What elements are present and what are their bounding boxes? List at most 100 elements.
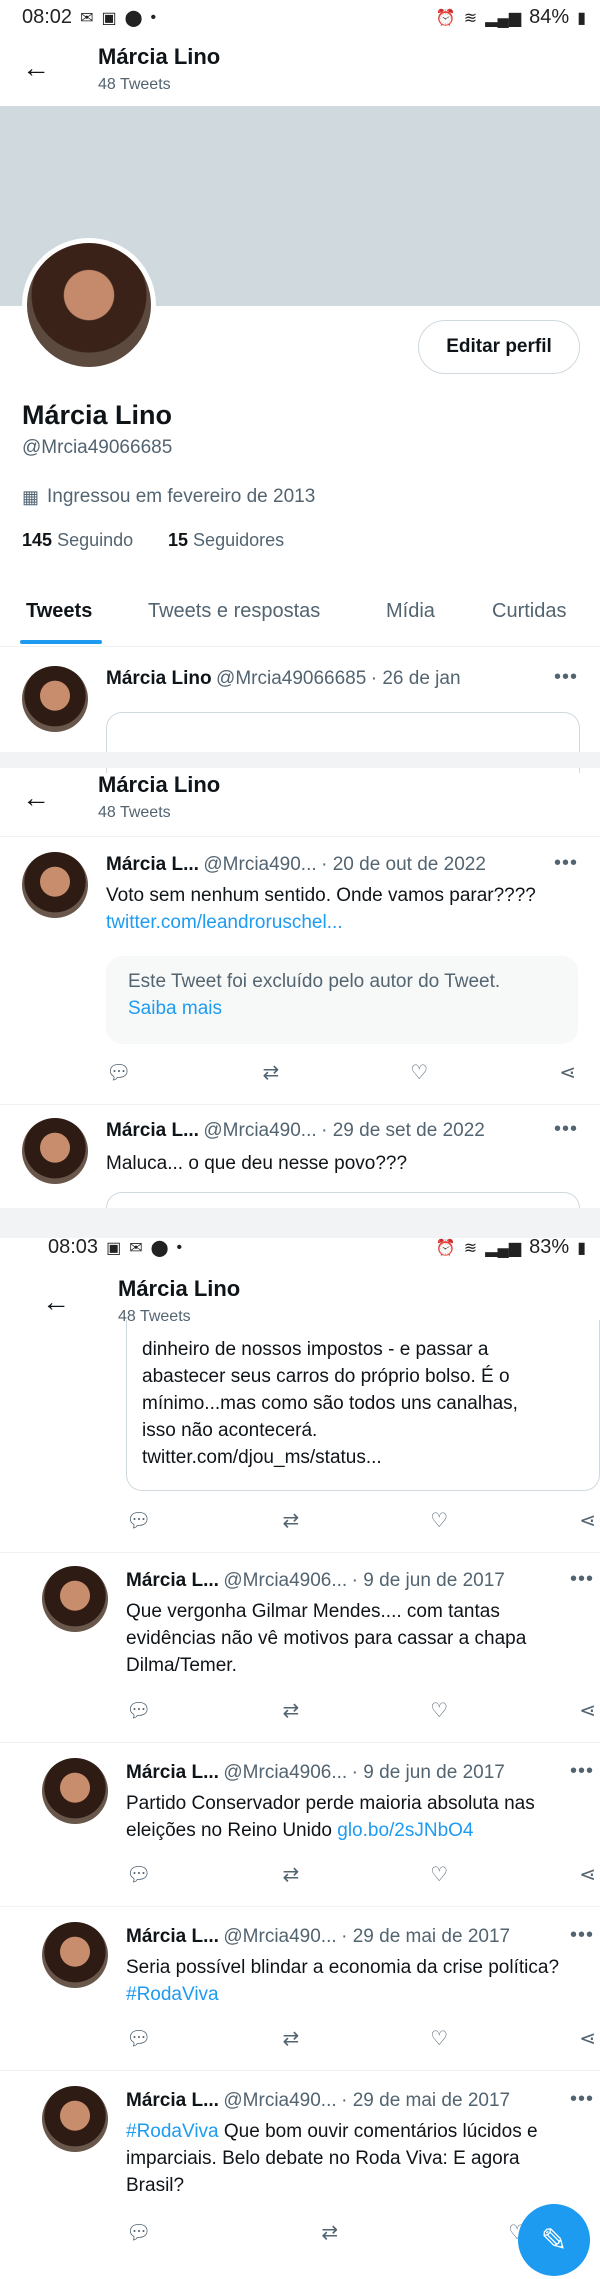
header-divider — [0, 836, 600, 837]
share-icon[interactable]: ⋖ — [579, 1862, 596, 1887]
retweet-icon[interactable]: ⇄ — [282, 2026, 299, 2051]
tweet-avatar[interactable] — [22, 666, 88, 732]
profile-handle: @Mrcia49066685 — [22, 437, 173, 458]
tweet-author-name[interactable]: Márcia L... — [106, 1120, 199, 1141]
reply-icon[interactable]: 💬︎ — [126, 1862, 151, 1887]
more-options-icon[interactable]: ••• — [570, 1568, 594, 1591]
like-icon[interactable]: ♡ — [410, 1060, 428, 1085]
quote-link[interactable]: twitter.com/djou_ms/status... — [142, 1444, 582, 1471]
tab-tweets[interactable]: Tweets — [26, 600, 92, 623]
reply-icon[interactable]: 💬︎ — [126, 1698, 151, 1723]
hashtag-link[interactable]: #RodaViva — [126, 2121, 219, 2142]
tweet-date: · 26 de jan — [370, 668, 461, 689]
header-title: Márcia Lino — [98, 44, 221, 69]
tweet-avatar[interactable] — [42, 1566, 108, 1632]
share-icon[interactable]: ⋖ — [559, 1060, 576, 1085]
back-arrow-icon[interactable]: ← — [22, 782, 50, 814]
wifi-icon: ≋ — [463, 9, 478, 27]
share-icon[interactable]: ⋖ — [579, 1698, 596, 1723]
battery-level: 83% — [529, 1236, 570, 1258]
tweet-actions: 💬︎ ⇄ ♡ ⋖ — [126, 2026, 596, 2051]
profile-avatar[interactable] — [22, 238, 156, 372]
wifi-icon: ≋ — [463, 1239, 478, 1257]
following-link[interactable]: 145 Seguindo — [22, 530, 133, 551]
tweet-author-name[interactable]: Márcia L... — [106, 854, 199, 875]
dot-icon: • — [150, 8, 157, 26]
learn-more-link[interactable]: Saiba mais — [128, 995, 556, 1022]
tweet-author-name[interactable]: Márcia L... — [126, 2090, 219, 2111]
tweet-author-handle: @Mrcia49066685 — [216, 668, 367, 689]
joined-row: ▦ Ingressou em fevereiro de 2013 — [22, 486, 315, 508]
retweet-icon[interactable]: ⇄ — [321, 2220, 338, 2245]
tweet-author-handle: @Mrcia490... — [203, 1120, 317, 1141]
tweet-header: Márcia L... @Mrcia4906... · 9 de jun de … — [126, 1762, 505, 1784]
more-options-icon[interactable]: ••• — [554, 1118, 578, 1141]
profile-name: Márcia Lino — [22, 400, 173, 430]
tweet-date: · 9 de jun de 2017 — [351, 1570, 505, 1591]
back-arrow-icon[interactable]: ← — [22, 52, 50, 84]
retweet-icon[interactable]: ⇄ — [282, 1508, 299, 1533]
header-subtitle: 48 Tweets — [98, 804, 171, 821]
like-icon[interactable]: ♡ — [430, 1698, 448, 1723]
edit-profile-button[interactable]: Editar perfil — [418, 320, 580, 374]
quote-line: isso não acontecerá. — [142, 1420, 318, 1441]
calendar-icon: ▦ — [22, 486, 40, 507]
tweet-avatar[interactable] — [22, 852, 88, 918]
tweet-body: Voto sem nenhum sentido. Onde vamos para… — [106, 885, 536, 906]
tweet-actions: 💬︎ ⇄ ♡ ⋖ — [126, 1508, 596, 1533]
reply-icon[interactable]: 💬︎ — [106, 1060, 131, 1085]
status-bar: 08:03 ▣ ✉ ⬤ • — [48, 1236, 182, 1259]
share-icon[interactable]: ⋖ — [579, 2026, 596, 2051]
retweet-icon[interactable]: ⇄ — [282, 1698, 299, 1723]
tweet-divider — [0, 1552, 600, 1553]
tweet-text: Partido Conservador perde maioria absolu… — [126, 1790, 576, 1844]
tweet-author-handle: @Mrcia490... — [223, 2090, 337, 2111]
tab-tweets-e-respostas[interactable]: Tweets e respostas — [148, 600, 320, 623]
tweet-author-name[interactable]: Márcia Lino — [106, 668, 212, 689]
retweet-icon[interactable]: ⇄ — [262, 1060, 279, 1085]
more-options-icon[interactable]: ••• — [570, 1760, 594, 1783]
tweet-header: Márcia L... @Mrcia490... · 29 de mai de … — [126, 2090, 510, 2112]
tab-curtidas[interactable]: Curtidas — [492, 600, 566, 623]
signal-icon: ▂▄▆ — [485, 1239, 522, 1257]
tab-midia[interactable]: Mídia — [386, 600, 435, 623]
status-time: 08:03 — [48, 1236, 99, 1258]
tweet-author-name[interactable]: Márcia L... — [126, 1926, 219, 1947]
tweet-actions: 💬︎ ⇄ ♡ — [126, 2220, 526, 2245]
tweet-author-name[interactable]: Márcia L... — [126, 1762, 219, 1783]
reply-icon[interactable]: 💬︎ — [126, 1508, 151, 1533]
status-bar-right: ⏰ ≋ ▂▄▆ 83% ▮ — [428, 1236, 586, 1259]
alarm-icon: ⏰ — [435, 1239, 456, 1257]
back-arrow-icon[interactable]: ← — [42, 1286, 70, 1318]
more-options-icon[interactable]: ••• — [554, 666, 578, 689]
compose-tweet-button[interactable]: ✎ — [518, 2204, 590, 2276]
like-icon[interactable]: ♡ — [430, 1862, 448, 1887]
quote-line: dinheiro de nossos impostos - e passar a — [142, 1339, 489, 1360]
tweet-link[interactable]: twitter.com/leandroruschel... — [106, 909, 576, 936]
quote-line: mínimo...mas como são todos uns canalhas… — [142, 1393, 518, 1414]
more-options-icon[interactable]: ••• — [554, 852, 578, 875]
reply-icon[interactable]: 💬︎ — [126, 2026, 151, 2051]
tweet-avatar[interactable] — [22, 1118, 88, 1184]
tweet-avatar[interactable] — [42, 1922, 108, 1988]
tweet-link[interactable]: glo.bo/2sJNbO4 — [337, 1820, 473, 1841]
tweet-header: Márcia L... @Mrcia4906... · 9 de jun de … — [126, 1570, 505, 1592]
tweet-avatar[interactable] — [42, 2086, 108, 2152]
signal-icon: ▂▄▆ — [485, 9, 522, 27]
hashtag-link[interactable]: #RodaViva — [126, 1984, 219, 2005]
share-icon[interactable]: ⋖ — [579, 1508, 596, 1533]
followers-link[interactable]: 15 Seguidores — [168, 530, 284, 551]
more-options-icon[interactable]: ••• — [570, 2088, 594, 2111]
tweet-header: Márcia L... @Mrcia490... · 20 de out de … — [106, 854, 486, 876]
like-icon[interactable]: ♡ — [430, 2026, 448, 2051]
tweet-avatar[interactable] — [42, 1758, 108, 1824]
image-icon: ▣ — [101, 9, 117, 27]
header-title: Márcia Lino — [98, 772, 221, 797]
tweet-date: · 29 de set de 2022 — [321, 1120, 485, 1141]
retweet-icon[interactable]: ⇄ — [282, 1862, 299, 1887]
more-options-icon[interactable]: ••• — [570, 1924, 594, 1947]
tweet-text: Voto sem nenhum sentido. Onde vamos para… — [106, 882, 576, 936]
like-icon[interactable]: ♡ — [430, 1508, 448, 1533]
reply-icon[interactable]: 💬︎ — [126, 2220, 151, 2245]
tweet-author-name[interactable]: Márcia L... — [126, 1570, 219, 1591]
